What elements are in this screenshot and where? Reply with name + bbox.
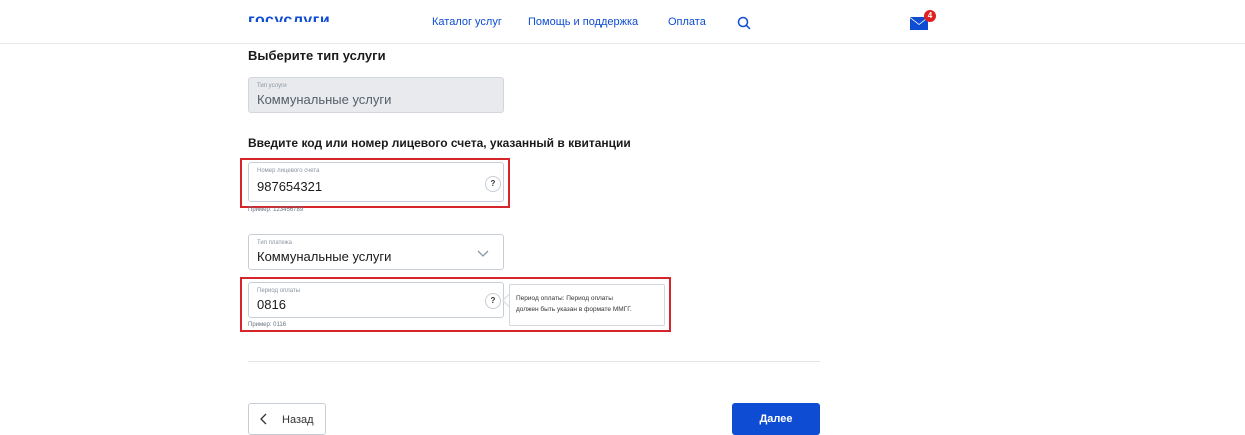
chevron-down-icon[interactable]	[477, 247, 489, 259]
service-type-label: Тип услуги	[257, 83, 287, 89]
service-type-value: Коммунальные услуги	[257, 92, 392, 107]
next-button[interactable]: Далее	[732, 403, 820, 435]
account-hint: Пример: 123456789	[248, 207, 304, 213]
payment-type-label: Тип платежа	[257, 240, 292, 246]
payment-period-label: Период оплаты	[257, 288, 301, 294]
service-type-field: Тип услуги Коммунальные услуги	[248, 77, 504, 113]
payment-type-select[interactable]: Тип платежа Коммунальные услуги	[248, 234, 504, 270]
notification-badge: 4	[924, 10, 936, 22]
back-button-label: Назад	[282, 414, 314, 426]
nav-catalog-link[interactable]: Каталог услуг	[432, 16, 502, 28]
payment-period-value: 0816	[257, 297, 286, 312]
code-heading: Введите код или номер лицевого счета, ук…	[248, 136, 631, 150]
tooltip-line-1: Период оплаты: Период оплаты	[516, 295, 613, 302]
period-hint: Пример: 0116	[248, 322, 287, 328]
gosuslugi-logo[interactable]: госуслуги	[248, 10, 330, 22]
service-type-heading: Выберите тип услуги	[248, 48, 386, 63]
highlight-account-box	[240, 158, 510, 208]
nav-payment-link[interactable]: Оплата	[668, 16, 706, 28]
form-divider	[248, 361, 820, 362]
payment-type-value: Коммунальные услуги	[257, 249, 392, 264]
header-divider	[0, 43, 1245, 44]
search-icon[interactable]	[737, 16, 751, 30]
help-icon[interactable]: ?	[485, 293, 501, 309]
tooltip-line-2: должен быть указан в формате ММГГ.	[516, 306, 632, 313]
chevron-left-icon	[260, 413, 267, 425]
period-tooltip: Период оплаты: Период оплаты должен быть…	[509, 284, 665, 326]
payment-period-input[interactable]: Период оплаты 0816 ?	[248, 282, 504, 318]
back-button[interactable]: Назад	[248, 403, 326, 435]
nav-help-link[interactable]: Помощь и поддержка	[528, 16, 638, 28]
